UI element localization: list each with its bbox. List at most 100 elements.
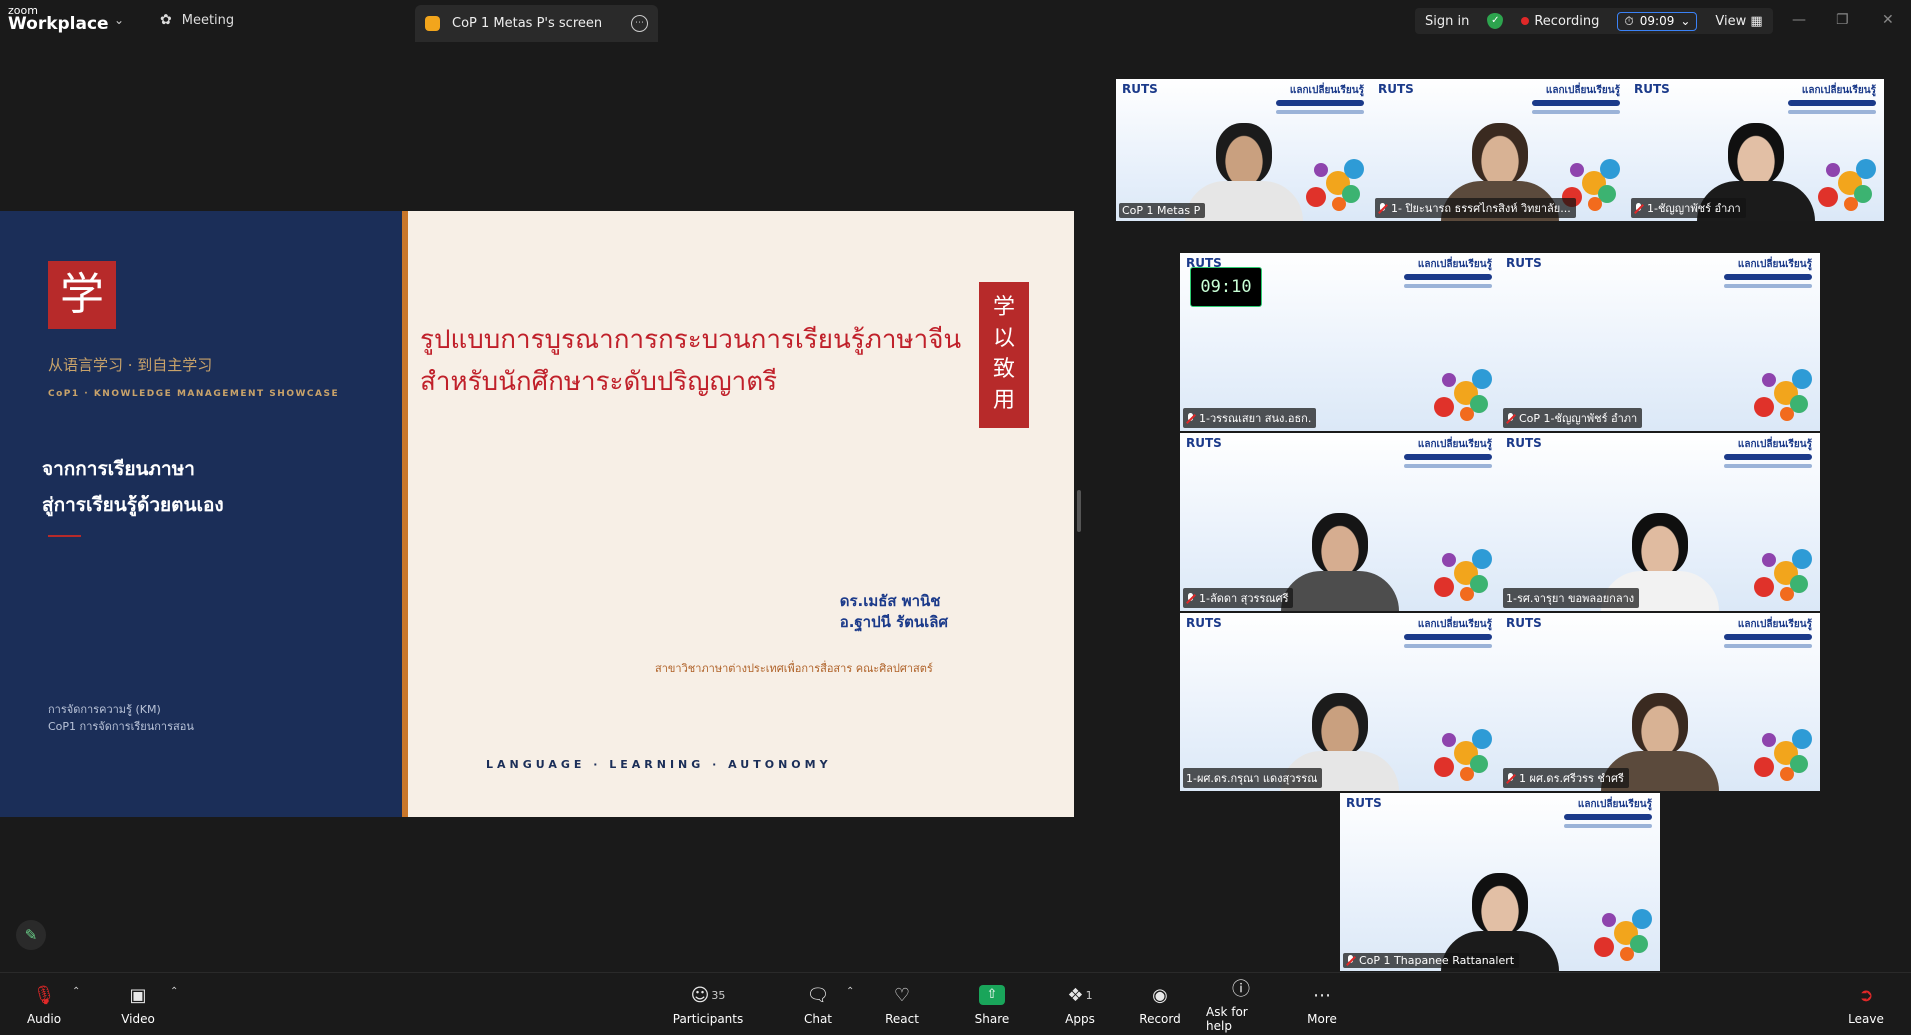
participant-tile[interactable]: RUTS แลกเปลี่ยนเรียนรู้ 1-ผศ.ดร.กรุณา แดงส… <box>1180 613 1500 791</box>
participant-name: 1-ชัญญาพัชร์ อำภา <box>1647 202 1741 215</box>
event-banner: แลกเปลี่ยนเรียนรู้ <box>1276 83 1364 127</box>
event-banner-title: แลกเปลี่ยนเรียนรู้ <box>1577 799 1652 810</box>
participant-tile[interactable]: RUTS แลกเปลี่ยนเรียนรู้ 1-ลัดดา สุวรรณศรี <box>1180 433 1500 611</box>
logo-big-text: Workplace <box>8 14 109 34</box>
share-button[interactable]: ⇧ Share <box>972 973 1012 1035</box>
ruts-logo: RUTS <box>1634 82 1670 96</box>
sign-in-link[interactable]: Sign in <box>1425 14 1469 29</box>
decorative-circle <box>1460 407 1474 421</box>
decorative-icons <box>1432 367 1494 423</box>
participant-name: 1-วรรณเสยา สนง.อธก. <box>1199 412 1312 425</box>
participant-name: 1-ลัดดา สุวรรณศรี <box>1199 592 1289 605</box>
decorative-circle <box>1600 159 1620 179</box>
participant-name: 1 ผศ.ดร.ศรีวรร ชำศรี <box>1519 772 1624 785</box>
participant-tile[interactable]: RUTS แลกเปลี่ยนเรียนรู้ CoP 1-ชัญญาพัชร์ อ… <box>1500 253 1820 431</box>
slide-left-title-line2: สู่การเรียนรู้ด้วยตนเอง <box>42 494 224 516</box>
participant-tile[interactable]: RUTS แลกเปลี่ยนเรียนรู้ CoP 1 Metas P <box>1116 79 1372 221</box>
chat-options-caret-icon[interactable]: ⌃ <box>846 986 854 997</box>
event-banner: แลกเปลี่ยนเรียนรู้ <box>1404 257 1492 301</box>
video-button[interactable]: ▣ Video <box>114 973 162 1035</box>
audio-options-caret-icon[interactable]: ⌃ <box>72 986 80 997</box>
chevron-down-icon[interactable]: ⌄ <box>114 13 124 27</box>
restore-icon[interactable]: ❐ <box>1836 12 1849 28</box>
participant-tile[interactable]: RUTS แลกเปลี่ยนเรียนรู้ 1-รศ.จารุยา ขอพลอย… <box>1500 433 1820 611</box>
participant-head <box>1632 513 1688 575</box>
leave-button[interactable]: ➲ Leave <box>1848 973 1884 1035</box>
video-label: Video <box>121 1012 155 1026</box>
decorative-circle <box>1442 553 1456 567</box>
question-icon: ⓘ <box>1232 979 1250 1000</box>
view-label: View <box>1715 13 1747 29</box>
zoom-logo[interactable]: zoom Workplace <box>8 5 109 33</box>
event-banner: แลกเปลี่ยนเรียนรู้ <box>1532 83 1620 127</box>
event-banner-title: แลกเปลี่ยนเรียนรู้ <box>1801 85 1876 96</box>
audio-button[interactable]: 🎙 Audio <box>20 973 68 1035</box>
chevron-down-icon: ⌄ <box>1680 14 1691 28</box>
participant-tile[interactable]: RUTS แลกเปลี่ยนเรียนรู้ 1-ชัญญาพัชร์ อำภา <box>1628 79 1884 221</box>
banner-stripe <box>1404 644 1492 648</box>
react-button[interactable]: ♡ React <box>880 973 924 1035</box>
tab-shared-screen[interactable]: CoP 1 Metas P's screen ⋯ <box>415 5 658 42</box>
ask-for-help-button[interactable]: ⓘ Ask for help <box>1206 973 1276 1035</box>
microphone-muted-icon: 🎙 <box>32 984 56 1006</box>
panel-resize-handle[interactable] <box>1077 490 1081 532</box>
banner-stripe <box>1724 454 1812 460</box>
recording-indicator[interactable]: Recording <box>1521 14 1599 29</box>
record-icon: ◉ <box>1152 984 1168 1006</box>
event-banner: แลกเปลี่ยนเรียนรู้ <box>1724 257 1812 301</box>
minimize-icon[interactable]: — <box>1792 12 1806 28</box>
slide-showcase-label: CoP1 · KNOWLEDGE MANAGEMENT SHOWCASE <box>48 389 340 399</box>
annotate-pencil-icon[interactable]: ✎ <box>16 920 46 950</box>
participants-button[interactable]: ☺ 35 Participants <box>668 973 748 1035</box>
video-options-caret-icon[interactable]: ⌃ <box>170 986 178 997</box>
banner-stripe <box>1532 100 1620 106</box>
decorative-icons <box>1816 157 1878 213</box>
slide-department: สาขาวิชาภาษาต่างประเทศเพื่อการสื่อสาร คณ… <box>655 662 933 675</box>
more-button[interactable]: ⋯ More <box>1304 973 1340 1035</box>
meeting-timer[interactable]: ⏱ 09:09 ⌄ <box>1617 11 1698 31</box>
decorative-circle <box>1754 757 1774 777</box>
banner-stripe <box>1724 464 1812 468</box>
decorative-circle <box>1826 163 1840 177</box>
decorative-circle <box>1442 733 1456 747</box>
decorative-circle <box>1844 197 1858 211</box>
event-banner-title: แลกเปลี่ยนเรียนรู้ <box>1737 439 1812 450</box>
slide-title: รูปแบบการบูรณาการกระบวนการเรียนรู้ภาษาจี… <box>420 319 961 403</box>
shield-check-icon[interactable]: ✓ <box>1487 13 1504 29</box>
event-banner-title: แลกเปลี่ยนเรียนรู้ <box>1417 619 1492 630</box>
participant-tile[interactable]: RUTS แลกเปลี่ยนเรียนรู้ 1- ปิยะนารถ ธรรศไก… <box>1372 79 1628 221</box>
motto-char: 学 <box>992 295 1015 320</box>
participant-name-label: 1 ผศ.ดร.ศรีวรร ชำศรี <box>1503 768 1629 788</box>
banner-stripe <box>1724 634 1812 640</box>
participant-tile[interactable]: RUTS แลกเปลี่ยนเรียนรู้ CoP 1 Thapanee Rat… <box>1340 793 1660 971</box>
participant-name-label: 1- ปิยะนารถ ธรรศไกรสิงห์ วิทยาลัย... <box>1375 198 1576 218</box>
tab-meeting[interactable]: ✿ Meeting <box>160 12 234 28</box>
vertical-motto: 学 以 致 用 <box>979 282 1029 428</box>
participant-name-label: 1-ผศ.ดร.กรุณา แดงสุวรรณ <box>1183 768 1323 788</box>
participant-name: CoP 1 Thapanee Rattanalert <box>1359 954 1515 967</box>
participant-tile[interactable]: RUTS แลกเปลี่ยนเรียนรู้ 1 ผศ.ดร.ศรีวรร ชำศ… <box>1500 613 1820 791</box>
decorative-circle <box>1754 577 1774 597</box>
participant-head <box>1632 693 1688 755</box>
leave-door-icon: ➲ <box>1858 984 1874 1006</box>
banner-stripe <box>1404 454 1492 460</box>
apps-button[interactable]: ❖ 1 Apps <box>1062 973 1098 1035</box>
banner-stripe <box>1276 110 1364 114</box>
record-button[interactable]: ◉ Record <box>1139 973 1180 1035</box>
slide-accent-bar <box>402 211 408 817</box>
chat-button[interactable]: 🗨 Chat <box>800 973 836 1035</box>
motto-char: 以 <box>992 326 1015 351</box>
participant-video <box>1281 513 1399 611</box>
mic-muted-icon <box>1346 955 1355 966</box>
decorative-circle <box>1818 187 1838 207</box>
decorative-circle <box>1780 767 1794 781</box>
more-icon[interactable]: ⋯ <box>631 15 648 32</box>
participant-tile[interactable]: RUTS แลกเปลี่ยนเรียนรู้ 09:10 1-วรรณเสยา สน… <box>1180 253 1500 431</box>
view-button[interactable]: View ▦ <box>1715 14 1762 29</box>
decorative-circle <box>1762 553 1776 567</box>
participants-icon: ☺ <box>690 984 710 1006</box>
participant-head <box>1472 123 1528 185</box>
close-icon[interactable]: ✕ <box>1882 12 1894 28</box>
event-banner: แลกเปลี่ยนเรียนรู้ <box>1788 83 1876 127</box>
banner-stripe <box>1788 100 1876 106</box>
